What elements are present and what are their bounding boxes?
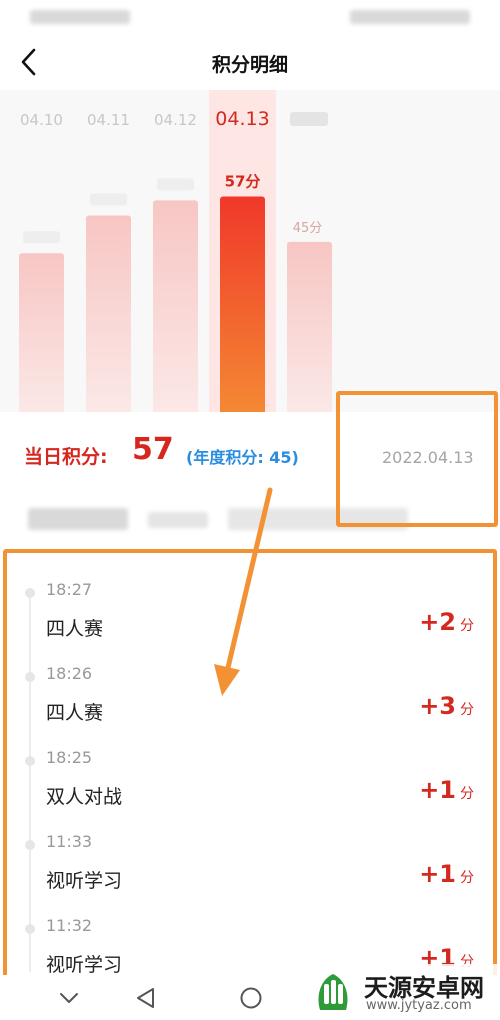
watermark-url: www.jytyaz.com [366, 998, 472, 1013]
bar-04.11[interactable] [86, 215, 131, 412]
day-points-value: 57 [132, 432, 174, 467]
highlight-box-records [3, 549, 497, 1005]
bar-chart-svg: 04.10 04.11 04.12 04.13 57分 45分 [19, 90, 332, 412]
android-logo-icon [318, 974, 348, 1010]
bar-04.13[interactable] [220, 196, 265, 412]
chevron-down-icon [60, 993, 78, 1003]
bar-04.12[interactable] [153, 200, 198, 412]
navigation-bar: 积分明细 [0, 36, 500, 90]
triangle-back-icon [137, 988, 154, 1008]
blurred-tick-label [290, 112, 328, 126]
status-blur-left [30, 10, 130, 24]
blurred-data-label [157, 178, 194, 191]
data-label-selected: 57分 [225, 173, 261, 191]
nav-home-button[interactable] [236, 983, 266, 1013]
highlight-box-date [336, 391, 498, 527]
tick-label: 04.13 [215, 108, 269, 130]
blur-segment [28, 508, 128, 530]
blurred-data-label [90, 193, 127, 206]
page-title: 积分明细 [211, 54, 288, 76]
year-points-label: (年度积分: 45) [186, 448, 299, 467]
data-label: 45分 [293, 221, 323, 236]
nav-back-button[interactable] [131, 983, 161, 1013]
bar-04.10[interactable] [19, 253, 64, 412]
day-points-label: 当日积分: [24, 446, 108, 468]
watermark: 天源安卓网 www.jytyaz.com [302, 964, 500, 1020]
points-chart: 04.10 04.11 04.12 04.13 57分 45分 [0, 90, 500, 412]
status-bar [0, 0, 500, 36]
bar-next[interactable] [287, 241, 332, 412]
nav-down-button[interactable] [54, 983, 84, 1013]
status-blur-right [350, 10, 470, 24]
tick-label: 04.12 [154, 111, 197, 129]
blur-segment [148, 512, 208, 528]
circle-home-icon [240, 987, 262, 1009]
tick-label: 04.10 [20, 111, 63, 129]
blurred-data-label [23, 231, 60, 244]
tick-label: 04.11 [87, 111, 130, 129]
